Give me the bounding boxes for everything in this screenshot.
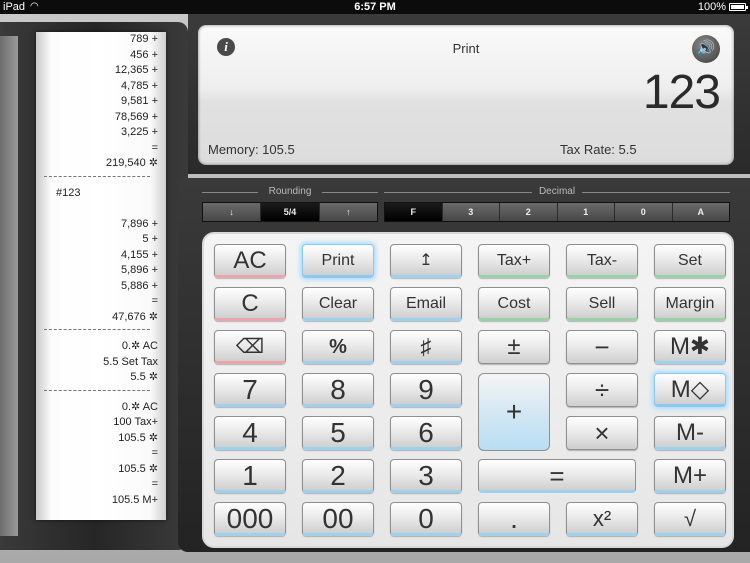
tape-line: 5.5 Set Tax bbox=[103, 355, 158, 368]
tax-plus-button[interactable]: Tax+ bbox=[478, 244, 550, 278]
tape-line: 4,785 + bbox=[120, 79, 158, 92]
decimal-selector: F 3 2 1 0 A bbox=[384, 202, 730, 222]
percent-button[interactable]: % bbox=[302, 330, 374, 364]
tape-line: 9,581 + bbox=[120, 95, 158, 107]
digit-7-button[interactable]: 7 bbox=[214, 373, 286, 407]
decimal-2[interactable]: 2 bbox=[500, 203, 558, 221]
tape-line: = bbox=[151, 295, 158, 307]
set-button[interactable]: Set bbox=[654, 244, 726, 278]
tape-line: 219,540 ✲ bbox=[105, 157, 158, 169]
all-clear-button[interactable]: AC bbox=[214, 244, 286, 278]
decimal-1[interactable]: 1 bbox=[557, 203, 615, 221]
tape-line: = bbox=[151, 447, 158, 459]
digit-4-button[interactable]: 4 bbox=[214, 416, 286, 450]
battery-icon bbox=[729, 3, 748, 11]
memory-readout: Memory: 105.5 bbox=[208, 142, 295, 157]
digit-8-button[interactable]: 8 bbox=[302, 373, 374, 407]
tape-line: 5,886 + bbox=[120, 279, 158, 292]
backspace-button[interactable]: ⌫ bbox=[214, 330, 286, 364]
multiply-button[interactable]: × bbox=[566, 416, 638, 450]
print-button[interactable]: Print bbox=[302, 244, 374, 278]
tape-line: 105.5 M+ bbox=[111, 493, 158, 506]
battery-percent: 100% bbox=[697, 1, 726, 13]
digit-3-button[interactable]: 3 bbox=[390, 459, 462, 493]
tape-line: 0.✲ AC bbox=[121, 400, 158, 413]
memory-minus-button[interactable]: M- bbox=[654, 416, 726, 450]
digit-9-button[interactable]: 9 bbox=[390, 373, 462, 407]
tape-line bbox=[36, 201, 166, 217]
decimal-title: Decimal bbox=[384, 186, 730, 198]
speaker-icon[interactable]: 🔊 bbox=[692, 35, 720, 63]
cost-button[interactable]: Cost bbox=[478, 287, 550, 321]
divide-button[interactable]: ÷ bbox=[566, 373, 638, 407]
mode-label: Print bbox=[452, 41, 480, 56]
decimal-add[interactable]: A bbox=[672, 203, 729, 221]
tape-line: 456 + bbox=[130, 48, 158, 61]
tape-line: 78,569 + bbox=[114, 110, 158, 123]
decimal-floating[interactable]: F bbox=[385, 203, 443, 221]
rounding-selector: ↓ 5/4 ↑ bbox=[202, 202, 378, 222]
square-root-button[interactable]: √ bbox=[654, 502, 726, 536]
tape-line: 12,365 + bbox=[114, 64, 158, 76]
rounding-half[interactable]: 5/4 bbox=[261, 203, 320, 221]
tape-line: 105.5 ✲ bbox=[118, 462, 158, 475]
tape-line: = bbox=[151, 141, 158, 154]
tape-line: 7,896 + bbox=[120, 217, 158, 230]
square-button[interactable]: x² bbox=[566, 502, 638, 536]
digit-5-button[interactable]: 5 bbox=[302, 416, 374, 450]
memory-recall-button[interactable]: M◇ bbox=[654, 373, 726, 407]
clock: 6:57 PM bbox=[354, 1, 396, 13]
sell-button[interactable]: Sell bbox=[566, 287, 638, 321]
keypad: AC Print ↥ Tax+ Tax- Set C Clear Email C… bbox=[202, 232, 734, 548]
m-times-button[interactable]: M✱ bbox=[654, 330, 726, 364]
tax-rate-readout: Tax Rate: 5.5 bbox=[560, 142, 637, 157]
tape-line: = bbox=[151, 478, 158, 490]
rounding-down[interactable]: ↓ bbox=[203, 203, 262, 221]
paper-tape[interactable]: 789 + 456 + 12,365 + 4,785 + 9,581 + 78,569 +… bbox=[36, 32, 166, 520]
plus-minus-button[interactable]: ± bbox=[478, 330, 550, 364]
tape-edge bbox=[0, 36, 18, 536]
status-bar: iPad ◠ 6:57 PM 100% bbox=[0, 0, 750, 14]
memory-plus-button[interactable]: M+ bbox=[654, 459, 726, 493]
minus-button[interactable]: − bbox=[566, 330, 638, 364]
tape-line: 47,676 ✲ bbox=[112, 310, 158, 323]
display-value: 123 bbox=[642, 66, 721, 119]
decimal-point-button[interactable]: . bbox=[478, 502, 550, 536]
double-zero-button[interactable]: 00 bbox=[302, 502, 374, 536]
email-button[interactable]: Email bbox=[390, 287, 462, 321]
digit-2-button[interactable]: 2 bbox=[302, 459, 374, 493]
digit-0-button[interactable]: 0 bbox=[390, 502, 462, 536]
tape-line: 105.5 ✲ bbox=[118, 431, 158, 444]
rounding-up[interactable]: ↑ bbox=[319, 203, 377, 221]
calculator-display: i Print 🔊 123 Memory: 105.5 Tax Rate: 5.… bbox=[198, 25, 734, 165]
digit-1-button[interactable]: 1 bbox=[214, 459, 286, 493]
tape-separator bbox=[36, 390, 166, 400]
tape-line: 3,225 + bbox=[120, 126, 158, 138]
margin-button[interactable]: Margin bbox=[654, 287, 726, 321]
tape-line: 789 + bbox=[130, 33, 158, 45]
tape-tag: #123 bbox=[56, 186, 81, 199]
tape-line: 5.5 ✲ bbox=[130, 371, 158, 383]
paper-feed-button[interactable]: ↥ bbox=[390, 244, 462, 278]
equals-button[interactable]: = bbox=[478, 459, 636, 493]
digit-6-button[interactable]: 6 bbox=[390, 416, 462, 450]
clear-entry-button[interactable]: C bbox=[214, 287, 286, 321]
plus-button[interactable]: + bbox=[478, 373, 550, 451]
tape-line: 0.✲ AC bbox=[121, 340, 158, 352]
count-button[interactable]: ♯ bbox=[390, 330, 462, 364]
tape-separator bbox=[36, 329, 166, 339]
tape-line: 5 + bbox=[142, 233, 158, 245]
decimal-3[interactable]: 3 bbox=[442, 203, 500, 221]
tax-minus-button[interactable]: Tax- bbox=[566, 244, 638, 278]
tape-separator bbox=[36, 176, 166, 186]
triple-zero-button[interactable]: 000 bbox=[214, 502, 286, 536]
decimal-0[interactable]: 0 bbox=[615, 203, 673, 221]
tape-line: 100 Tax+ bbox=[113, 416, 158, 428]
rounding-title: Rounding bbox=[202, 186, 378, 198]
tape-line: 5,896 + bbox=[120, 264, 158, 276]
clear-tape-button[interactable]: Clear bbox=[302, 287, 374, 321]
tape-line: 4,155 + bbox=[120, 248, 158, 261]
